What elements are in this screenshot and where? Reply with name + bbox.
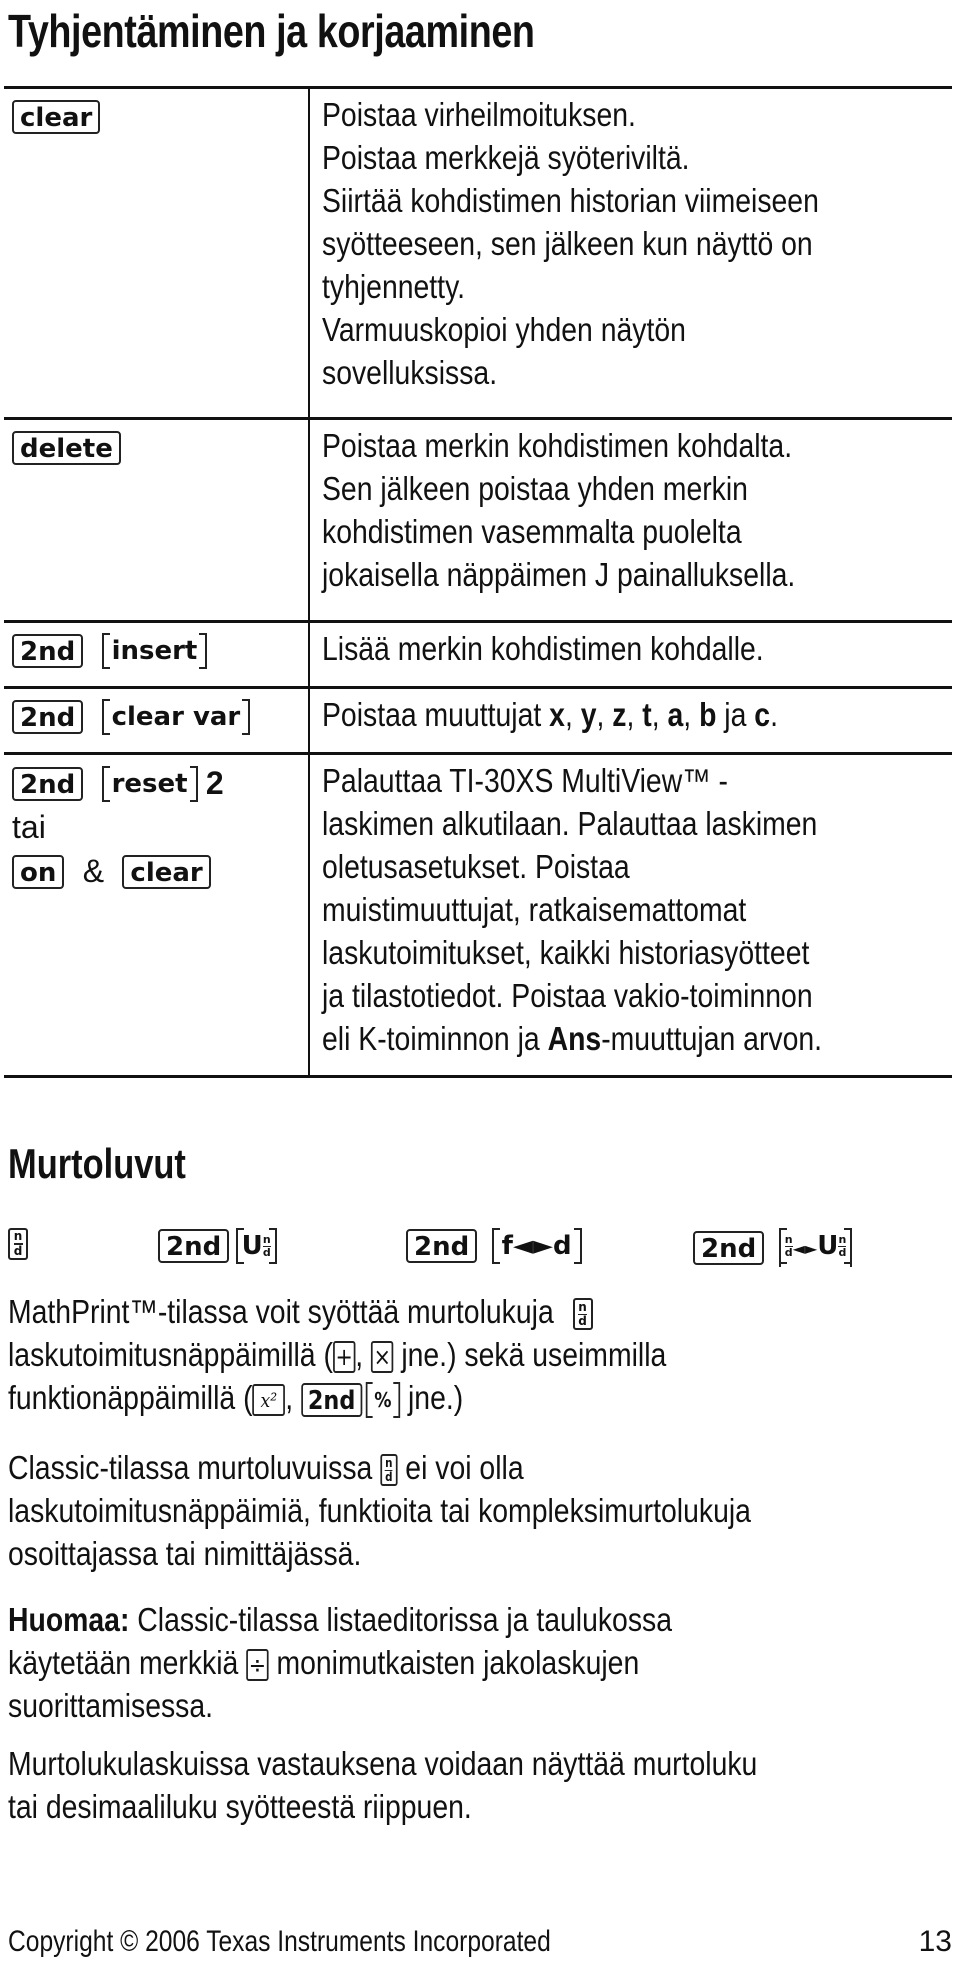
n-over-d-key: nd <box>572 1298 593 1331</box>
times-key: × <box>371 1341 394 1374</box>
fraction-decimal-toggle-key: f◄►d <box>491 1228 582 1264</box>
table-row: 2nd insert Lisää merkin kohdistimen kohd… <box>4 620 952 686</box>
second-key: 2nd <box>12 766 84 801</box>
table-row: delete Poistaa merkin kohdistimen kohdal… <box>4 417 952 620</box>
row-description: Lisää merkin kohdistimen kohdalle. <box>308 623 952 686</box>
key-function-table: clear Poistaa virheilmoituksen. Poistaa … <box>4 86 952 1078</box>
mixed-number-key: Und <box>235 1228 277 1264</box>
copyright-footer: Copyright © 2006 Texas Instruments Incor… <box>8 1925 551 1958</box>
second-key: 2nd <box>12 634 84 669</box>
plus-key: + <box>332 1341 356 1374</box>
clear-var-key: clear var <box>101 699 251 736</box>
ampersand: & <box>82 853 105 889</box>
table-row: 2nd reset 2 tai on & clear Palauttaa TI-… <box>4 752 952 1078</box>
result-paragraph: Murtolukulaskuissa vastauksena voidaan n… <box>8 1745 758 1825</box>
classic-paragraph: Classic-tilassa murtoluvuissa nd ei voi … <box>8 1449 751 1572</box>
row-description: Palauttaa TI-30XS MultiView™ - laskimen … <box>308 755 952 1075</box>
x-squared-key: x² <box>252 1384 286 1417</box>
table-row: clear Poistaa virheilmoituksen. Poistaa … <box>4 86 952 417</box>
n-over-d-key: nd <box>8 1228 28 1260</box>
divide-key: ÷ <box>246 1649 269 1682</box>
or-label: tai <box>12 809 46 845</box>
on-key: on <box>12 854 65 889</box>
fraction-keys-row: nd 2nd Und 2nd f◄►d 2nd n d ◄►U n d <box>8 1228 948 1272</box>
row-description: Poistaa merkin kohdistimen kohdalta. Sen… <box>308 420 952 620</box>
insert-key: insert <box>101 633 208 670</box>
row-description: Poistaa muuttujat x, y, z, t, a, b ja c. <box>308 689 952 752</box>
second-key: 2nd <box>12 700 84 735</box>
table-row: 2nd clear var Poistaa muuttujat x, y, z,… <box>4 686 952 752</box>
second-key: 2nd <box>406 1229 478 1263</box>
row-description: Poistaa virheilmoituksen. Poistaa merkke… <box>308 89 952 417</box>
second-key: 2nd <box>693 1230 765 1265</box>
n-over-d-key: nd <box>380 1454 398 1487</box>
mathprint-paragraph: MathPrint™-tilassa voit syöttää murtoluk… <box>8 1293 667 1419</box>
digit-2-key: 2 <box>205 765 224 801</box>
note-paragraph: Huomaa: Classic-tilassa listaeditorissa … <box>8 1601 673 1724</box>
clear-key: clear <box>122 854 211 889</box>
note-label: Huomaa: <box>8 1601 130 1638</box>
second-key: 2nd <box>300 1383 363 1418</box>
reset-key: reset <box>101 765 198 802</box>
percent-key: % <box>365 1382 401 1419</box>
section-title-fractions: Murtoluvut <box>8 1140 186 1187</box>
delete-key: delete <box>12 431 121 466</box>
fraction-mixed-toggle-key: n d ◄►U n d <box>778 1228 853 1267</box>
clear-key: clear <box>12 100 101 135</box>
section-title-clearing: Tyhjentäminen ja korjaaminen <box>8 5 535 57</box>
page-number: 13 <box>918 1925 952 1958</box>
second-key: 2nd <box>158 1229 230 1263</box>
